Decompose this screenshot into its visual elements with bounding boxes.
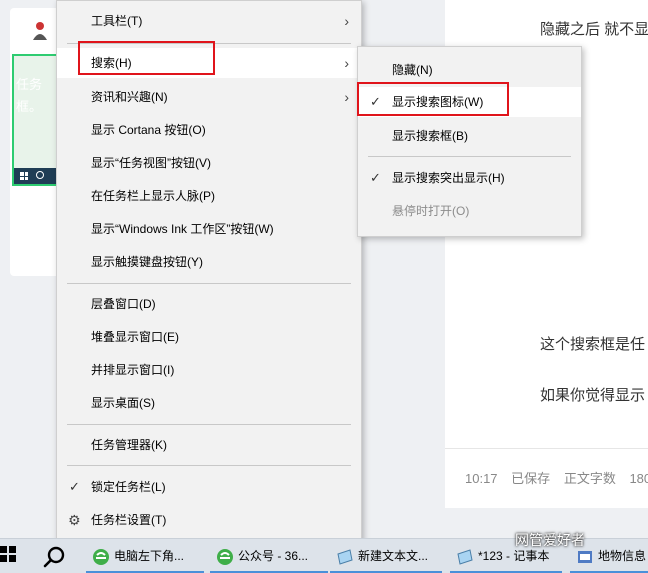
taskbar-app-label: 公众号 - 36... (238, 549, 309, 563)
gear-icon: ⚙ (68, 512, 81, 528)
menu-item-label: 资讯和兴趣(N) (91, 90, 168, 104)
submenu-item-hidden[interactable]: 隐藏(N) (358, 55, 581, 85)
search-icon[interactable] (42, 544, 68, 570)
menu-separator (368, 156, 571, 157)
menu-item-lock-taskbar[interactable]: ✓ 锁定任务栏(L) (57, 472, 361, 502)
menu-item-label: 堆叠显示窗口(E) (91, 330, 179, 344)
taskbar-app-label: 新建文本文... (358, 549, 429, 563)
browser-icon (93, 549, 109, 565)
menu-item-touch-keyboard[interactable]: 显示触摸键盘按钮(Y) (57, 247, 361, 277)
menu-item-task-manager[interactable]: 任务管理器(K) (57, 430, 361, 460)
menu-item-label: 显示“任务视图”按钮(V) (91, 156, 211, 170)
menu-item-news-interests[interactable]: 资讯和兴趣(N) › (57, 82, 361, 112)
status-time: 10:17 (465, 471, 498, 486)
menu-separator (67, 283, 351, 284)
app-icon (578, 551, 592, 563)
menu-item-label: 显示触摸键盘按钮(Y) (91, 255, 203, 269)
chevron-right-icon: › (344, 13, 349, 29)
submenu-item-show-search-box[interactable]: 显示搜索框(B) (358, 121, 581, 151)
menu-item-show-cortana[interactable]: 显示 Cortana 按钮(O) (57, 115, 361, 145)
menu-item-cascade[interactable]: 层叠窗口(D) (57, 289, 361, 319)
windows-logo-icon (20, 172, 28, 180)
menu-item-task-view[interactable]: 显示“任务视图”按钮(V) (57, 148, 361, 178)
menu-item-label: 显示搜索突出显示(H) (392, 171, 505, 185)
menu-item-label: 工具栏(T) (91, 14, 143, 28)
status-wordcount-label: 正文字数 (563, 471, 616, 486)
chevron-right-icon: › (344, 89, 349, 105)
status-wordcount-value: 180 (629, 471, 648, 486)
submenu-item-search-highlights[interactable]: ✓ 显示搜索突出显示(H) (358, 163, 581, 193)
menu-item-show-desktop[interactable]: 显示桌面(S) (57, 388, 361, 418)
paragraph-text: 隐藏之后 就不显 (540, 21, 648, 38)
menu-item-label: 显示搜索框(B) (392, 129, 468, 143)
menu-item-side-by-side[interactable]: 并排显示窗口(I) (57, 355, 361, 385)
start-button[interactable] (0, 546, 16, 562)
menu-item-label: 显示“Windows Ink 工作区”按钮(W) (91, 222, 274, 236)
browser-icon (217, 549, 233, 565)
highlight-box-search-icon (357, 82, 509, 116)
menu-separator (67, 424, 351, 425)
menu-item-label: 在任务栏上显示人脉(P) (91, 189, 215, 203)
taskbar-app-notepad-1[interactable]: 新建文本文... (330, 540, 442, 573)
menu-item-label: 任务管理器(K) (91, 438, 167, 452)
menu-item-label: 隐藏(N) (392, 63, 433, 77)
menu-item-label: 锁定任务栏(L) (91, 480, 166, 494)
highlight-box-search (78, 41, 215, 75)
search-icon (36, 171, 44, 179)
checkmark-icon: ✓ (370, 170, 381, 185)
status-saved: 已保存 (511, 471, 551, 486)
menu-separator (67, 465, 351, 466)
editor-status-bar: 10:17 已保存 正文字数 180 (465, 468, 648, 487)
menu-item-label: 并排显示窗口(I) (91, 363, 175, 377)
taskbar-app-browser-2[interactable]: 公众号 - 36... (210, 540, 328, 573)
menu-item-windows-ink[interactable]: 显示“Windows Ink 工作区”按钮(W) (57, 214, 361, 244)
notepad-icon (337, 549, 353, 565)
checkmark-icon: ✓ (69, 479, 80, 494)
menu-item-toolbars[interactable]: 工具栏(T) › (57, 6, 361, 36)
menu-item-label: 显示 Cortana 按钮(O) (91, 123, 206, 137)
menu-item-label: 悬停时打开(O) (392, 204, 470, 218)
taskbar-app-label: 电脑左下角... (114, 549, 185, 563)
paragraph-text: 如果你觉得显示 (540, 387, 646, 404)
menu-item-label: 层叠窗口(D) (91, 297, 156, 311)
search-submenu: 隐藏(N) ✓ 显示搜索图标(W) 显示搜索框(B) ✓ 显示搜索突出显示(H)… (357, 46, 582, 237)
status-divider (445, 448, 648, 449)
menu-item-taskbar-settings[interactable]: ⚙ 任务栏设置(T) (57, 505, 361, 535)
chevron-right-icon: › (344, 55, 349, 71)
notepad-icon (457, 549, 473, 565)
paragraph-text: 这个搜索框是任 (540, 336, 646, 353)
taskbar-context-menu: 工具栏(T) › 搜索(H) › 资讯和兴趣(N) › 显示 Cortana 按… (56, 0, 362, 544)
menu-item-label: 任务栏设置(T) (91, 513, 167, 527)
taskbar-app-label: 地物信息 (598, 549, 647, 563)
submenu-item-open-on-hover: 悬停时打开(O) (358, 196, 581, 226)
menu-item-stacked[interactable]: 堆叠显示窗口(E) (57, 322, 361, 352)
menu-item-people[interactable]: 在任务栏上显示人脉(P) (57, 181, 361, 211)
taskbar-app-browser-1[interactable]: 电脑左下角... (86, 540, 204, 573)
watermark-text: 网管爱好者 (515, 532, 585, 548)
menu-item-label: 显示桌面(S) (91, 396, 155, 410)
avatar-icon (33, 22, 47, 40)
